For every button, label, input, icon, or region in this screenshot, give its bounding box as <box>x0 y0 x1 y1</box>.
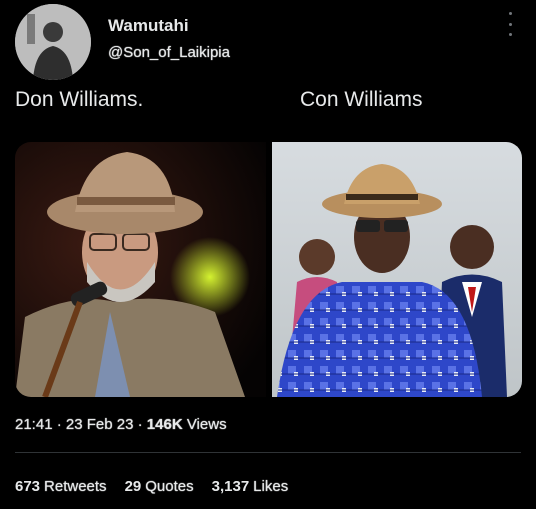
more-icon[interactable] <box>500 12 520 36</box>
likes-label: Likes <box>253 478 289 495</box>
quotes-label: Quotes <box>145 478 194 495</box>
quotes-count: 29 <box>124 478 142 495</box>
likes-stat[interactable]: 3,137 Likes <box>212 478 289 495</box>
likes-count: 3,137 <box>211 478 250 495</box>
tweet-time[interactable]: 21:41 <box>15 416 53 433</box>
views-label: Views <box>186 416 227 433</box>
retweets-count: 673 <box>15 478 41 495</box>
quotes-stat[interactable]: 29 Quotes <box>125 478 194 495</box>
divider <box>15 452 521 453</box>
tweet-date[interactable]: 23 Feb 23 <box>66 416 134 433</box>
media-image-left[interactable] <box>15 142 266 397</box>
tweet-text-left: Don Williams. <box>15 88 144 111</box>
engagement-stats: 673 Retweets 29 Quotes 3,137 Likes <box>15 478 288 495</box>
avatar[interactable] <box>15 4 91 80</box>
retweets-stat[interactable]: 673 Retweets <box>15 478 107 495</box>
separator-dot: · <box>137 416 147 433</box>
tweet-text-right: Con Williams <box>300 88 423 111</box>
user-handle[interactable]: @Son_of_Laikipia <box>108 44 230 61</box>
retweets-label: Retweets <box>44 478 107 495</box>
tweet-meta: 21:41 · 23 Feb 23 · 146K Views <box>15 416 227 433</box>
avatar-image <box>15 4 91 80</box>
views-count: 146K <box>146 416 183 433</box>
media-image-right[interactable] <box>272 142 522 397</box>
display-name[interactable]: Wamutahi <box>108 16 189 36</box>
separator-dot: · <box>56 416 66 433</box>
